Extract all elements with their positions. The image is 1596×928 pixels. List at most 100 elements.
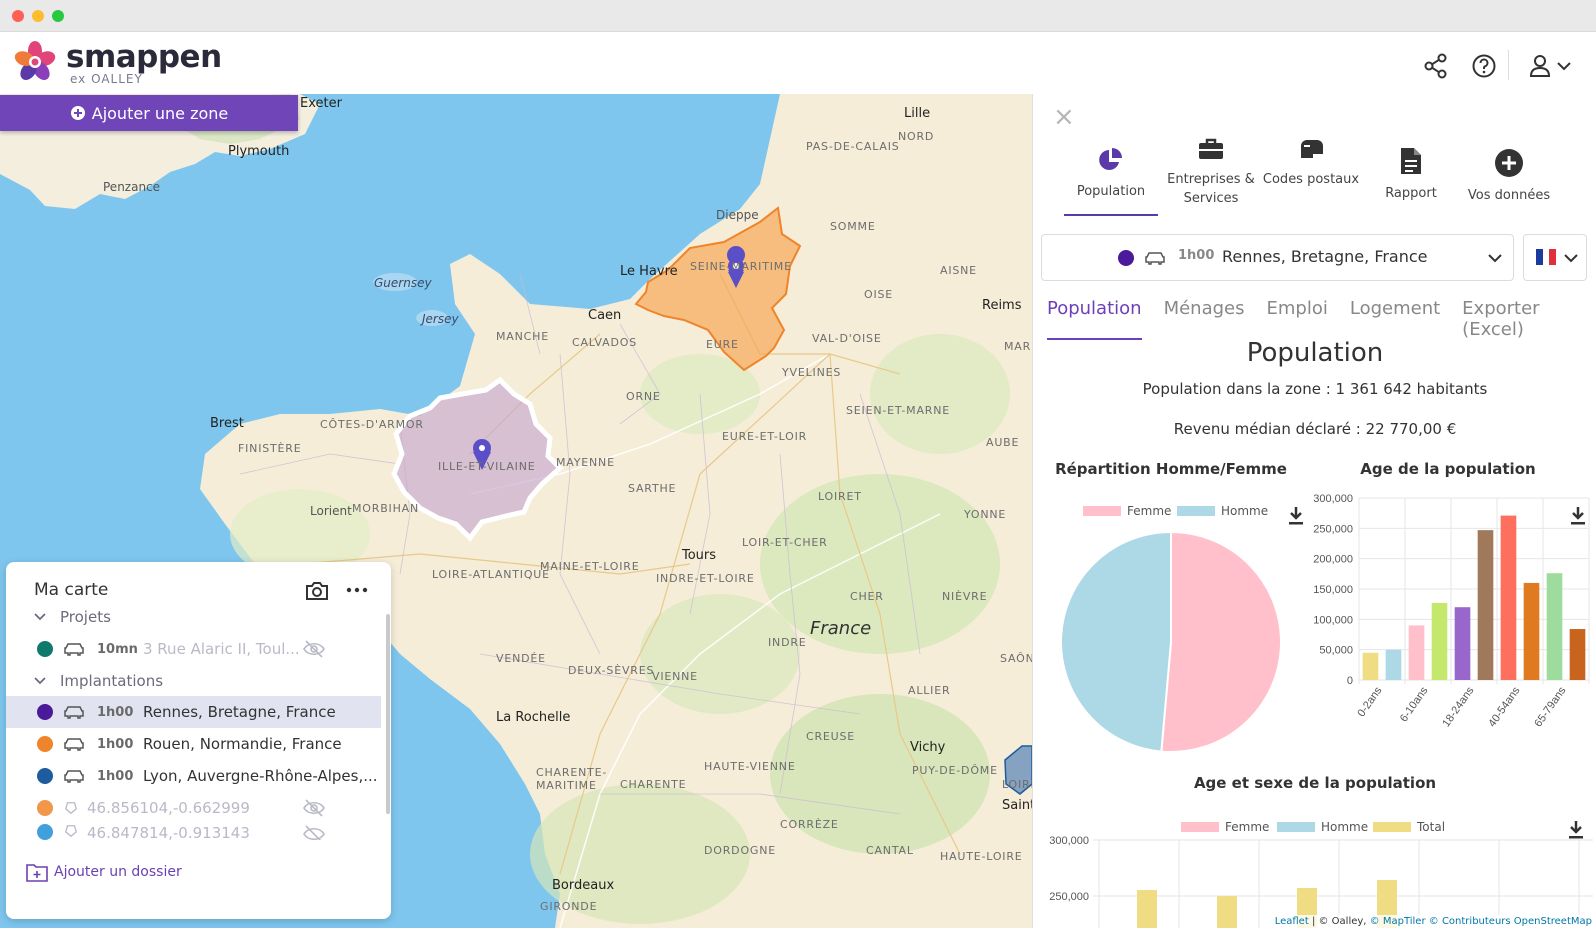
travel-time: 10mn	[97, 641, 138, 657]
tab-population[interactable]: Population	[1047, 298, 1142, 340]
y-tick-label: 100,000	[1313, 614, 1353, 626]
category-postal-codes[interactable]: Codes postaux	[1261, 136, 1361, 189]
pie-slice-homme[interactable]	[1059, 530, 1172, 753]
pie-chart	[1059, 530, 1282, 753]
map-label-deux-sevres: DEUX-SÈVRES	[568, 664, 655, 677]
y-tick-label: 150,000	[1313, 584, 1353, 596]
maptiler-link[interactable]: © MapTiler	[1370, 916, 1426, 927]
map-label-mayenne: MAYENNE	[556, 456, 615, 469]
zone-color-dot	[1118, 250, 1134, 266]
bar-65-79ans[interactable]	[1546, 573, 1563, 680]
more-options-icon[interactable]	[346, 586, 368, 594]
map-label-charente: CHARENTE	[620, 778, 687, 791]
pie-legend-femme[interactable]: Femme	[1083, 504, 1171, 518]
y-tick-label: 300,000	[1049, 835, 1089, 847]
eye-off-icon[interactable]	[302, 824, 326, 840]
eye-off-icon[interactable]	[302, 639, 326, 659]
smappen-logo-icon[interactable]	[12, 40, 58, 84]
camera-icon[interactable]	[304, 580, 330, 602]
map-label-bordeaux: Bordeaux	[552, 878, 615, 893]
bar-40-54ans[interactable]	[1500, 515, 1517, 680]
map-label-saone: SAÔNE	[1000, 652, 1032, 665]
zone-select[interactable]: 1h00 Rennes, Bretagne, France	[1041, 234, 1514, 281]
osm-link[interactable]: © Contributeurs OpenStreetMap	[1429, 916, 1592, 927]
bar-11-17ans[interactable]	[1431, 602, 1448, 680]
bar-80+ans[interactable]	[1569, 629, 1586, 680]
pie-slice-femme[interactable]	[1160, 530, 1282, 753]
y-tick-label: 0	[1347, 675, 1353, 687]
map-label-tours: Tours	[682, 548, 717, 563]
user-menu-icon[interactable]	[1528, 52, 1576, 80]
pie-chart-icon	[1099, 148, 1122, 170]
briefcase-icon	[1199, 138, 1223, 159]
age-bar-chart: 300,000 250,000 200,000 150,000 100,000 50,00…	[1313, 494, 1590, 729]
header-separator	[1508, 50, 1509, 80]
map-label-cantal: CANTAL	[866, 844, 914, 857]
add-zone-label: Ajouter une zone	[91, 103, 229, 123]
eye-off-icon[interactable]	[302, 798, 326, 818]
plus-circle-icon	[1495, 149, 1523, 177]
tab-logement[interactable]: Logement	[1350, 298, 1440, 340]
bar-6-10ans[interactable]	[1408, 625, 1425, 680]
category-population[interactable]: Population	[1063, 146, 1159, 201]
list-item[interactable]: 46.847814,-0.913143	[6, 822, 381, 840]
logo-text: smappen	[66, 39, 222, 75]
list-item[interactable]: 10mn 3 Rue Alaric II, Toul...	[6, 633, 381, 665]
zone-color-dot	[37, 641, 53, 657]
close-window-button[interactable]	[12, 10, 24, 22]
app-header: smappen ex OALLEY	[0, 32, 1596, 94]
category-companies[interactable]: Entreprises & Services	[1161, 136, 1261, 208]
map-label-penzance: Penzance	[103, 180, 161, 194]
map-label-exeter: Exeter	[300, 96, 342, 111]
bar-25-39ans[interactable]	[1477, 530, 1494, 680]
list-item[interactable]: 1h00 Rouen, Normandie, France	[6, 728, 381, 760]
close-panel-button[interactable]: ×	[1053, 102, 1075, 132]
country-select[interactable]	[1523, 234, 1587, 281]
category-report[interactable]: Rapport	[1363, 146, 1459, 203]
category-your-data[interactable]: Vos données	[1459, 148, 1559, 205]
pie-legend-homme[interactable]: Homme	[1177, 504, 1268, 518]
help-icon[interactable]	[1470, 52, 1498, 80]
map-label-val-doise: VAL-D'OISE	[812, 332, 882, 345]
map-label-plymouth: Plymouth	[228, 144, 290, 159]
zone-label: Rennes, Bretagne, France	[143, 703, 336, 721]
zone-select-name: Rennes, Bretagne, France	[1222, 247, 1428, 266]
list-item[interactable]: 1h00 Lyon, Auvergne-Rhône-Alpes,...	[6, 760, 381, 792]
bar-3-5ans[interactable]	[1385, 649, 1402, 680]
minimize-window-button[interactable]	[32, 10, 44, 22]
bar-55-64ans[interactable]	[1523, 582, 1540, 680]
leaflet-link[interactable]: Leaflet	[1275, 916, 1309, 927]
tab-export-excel[interactable]: Exporter (Excel)	[1462, 298, 1596, 340]
map-label-charente-maritime: CHARENTE-MARITIME	[536, 766, 608, 792]
map-label-indre: INDRE	[768, 636, 807, 649]
bar-total	[1137, 890, 1157, 928]
add-zone-button[interactable]: Ajouter une zone	[0, 95, 298, 131]
france-flag-icon	[1536, 249, 1556, 265]
legend-label: Homme	[1221, 504, 1269, 518]
share-icon[interactable]	[1422, 52, 1450, 80]
y-tick-label: 200,000	[1313, 554, 1353, 566]
x-tick-label: 65-79ans	[1532, 684, 1568, 729]
tab-emploi[interactable]: Emploi	[1267, 298, 1328, 340]
group-projects[interactable]: Projets	[34, 608, 111, 626]
map-label-nievre: NIÈVRE	[942, 590, 988, 603]
group-implantations[interactable]: Implantations	[34, 672, 163, 690]
chevron-down-icon	[34, 677, 46, 685]
add-folder-button[interactable]: Ajouter un dossier	[26, 862, 182, 882]
list-item[interactable]: 1h00 Rennes, Bretagne, France	[6, 696, 381, 728]
category-your-data-label: Vos données	[1467, 188, 1551, 203]
map-label-brest: Brest	[210, 416, 244, 431]
bar-0-2ans[interactable]	[1362, 652, 1379, 680]
list-scrollbar[interactable]	[386, 614, 390, 814]
maximize-window-button[interactable]	[52, 10, 64, 22]
map-label-finistere: FINISTÈRE	[238, 442, 302, 455]
chevron-down-icon	[1564, 254, 1578, 263]
car-icon	[64, 770, 84, 783]
bar-18-24ans[interactable]	[1454, 607, 1471, 680]
travel-time: 1h00	[97, 768, 134, 784]
map-label-loiret: LOIRET	[818, 490, 862, 503]
mailbox-icon	[1301, 140, 1323, 158]
tab-menages[interactable]: Ménages	[1164, 298, 1245, 340]
list-item[interactable]: 46.856104,-0.662999	[6, 792, 381, 824]
category-companies-label: Entreprises & Services	[1167, 172, 1255, 206]
